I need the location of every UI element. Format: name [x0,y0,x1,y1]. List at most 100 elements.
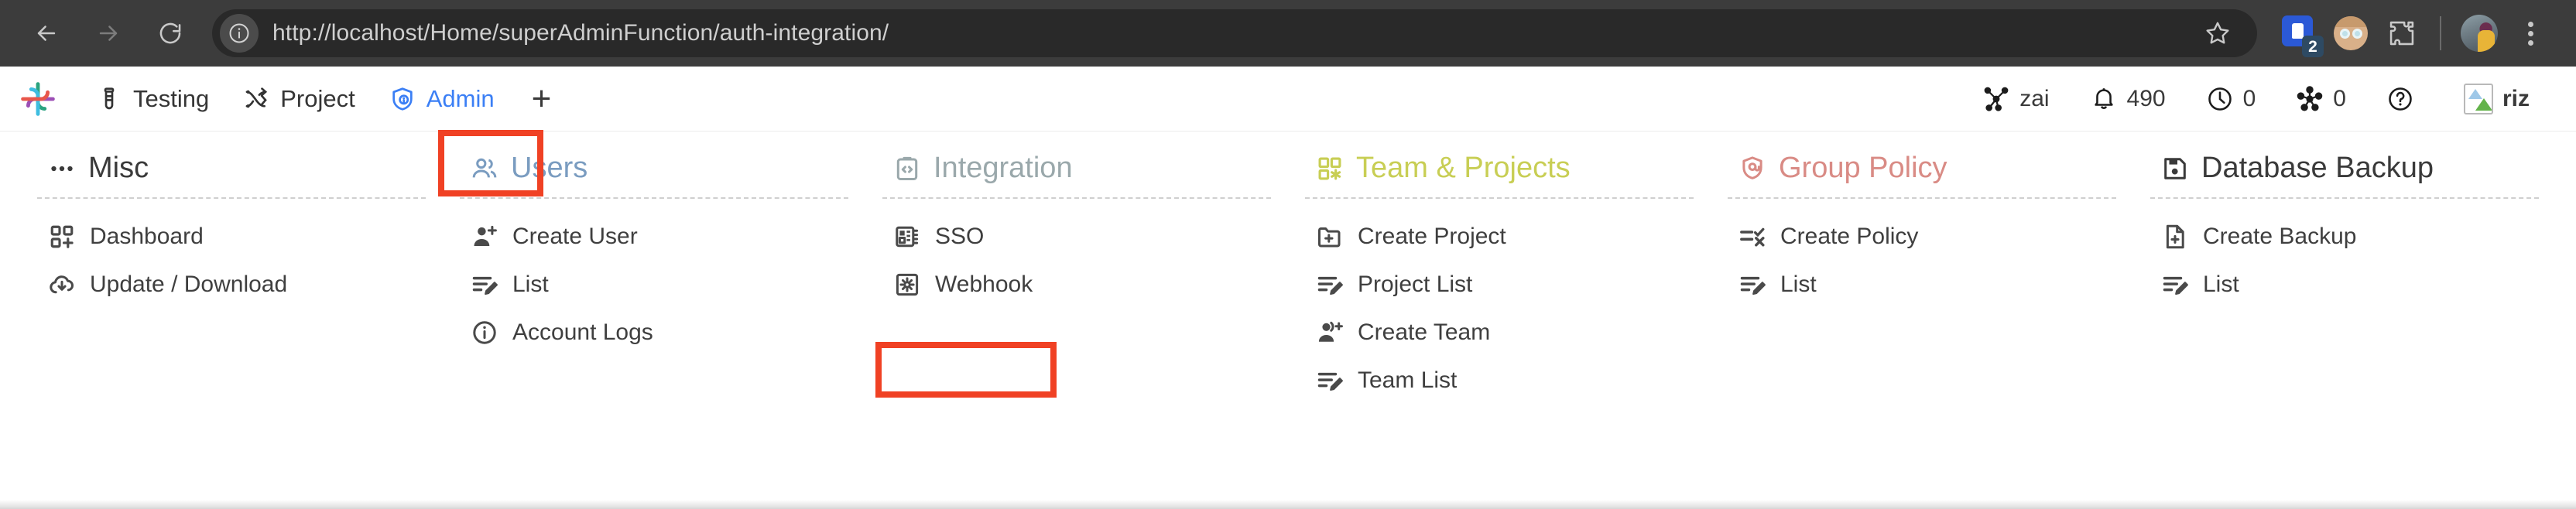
back-button[interactable] [19,5,74,61]
column-separator [460,197,848,199]
grid-dots-icon [1316,155,1344,183]
column-separator [1728,197,2116,199]
menu-column-misc-title: Misc [88,152,149,184]
help-circle-icon [2386,85,2414,113]
status-pending-time[interactable]: 0 [2186,85,2276,113]
browser-actions: 2 [2276,9,2554,57]
glasses-avatar-icon[interactable] [2327,9,2375,57]
status-notifications-value: 490 [2126,85,2166,111]
menu-item-create-user[interactable]: Create User [460,213,848,261]
menu-item-users-list-label: List [512,272,549,297]
menu-item-create-backup[interactable]: Create Backup [2150,213,2539,261]
menu-item-sso-label: SSO [935,224,985,249]
menu-item-create-project[interactable]: Create Project [1305,213,1694,261]
profile-avatar[interactable] [2455,9,2503,57]
kebab-menu-icon[interactable] [2506,9,2554,57]
floppy-disk-icon [2161,155,2189,183]
tab-project-label: Project [280,84,355,112]
list-edit-icon [1316,367,1344,395]
menu-item-database-backup-list[interactable]: List [2150,261,2539,309]
menu-column-team-projects-title: Team & Projects [1356,152,1571,184]
user-profile-riz[interactable]: riz [2444,83,2550,114]
menu-column-misc: Misc Dashboard Update / Download [20,152,443,405]
user-profile-label: riz [2502,85,2530,111]
star-icon[interactable] [2195,11,2240,56]
column-separator [37,197,426,199]
list-edit-icon [2161,271,2189,299]
tab-testing[interactable]: Testing [79,76,226,122]
app-bar-status-group: zai 490 0 0 riz [1962,83,2550,114]
tab-project[interactable]: Project [226,76,372,122]
highlight-box-sso [875,342,1057,398]
menu-item-project-list-label: Project List [1358,272,1473,297]
address-bar[interactable]: http://localhost/Home/superAdminFunction… [212,9,2257,57]
menu-item-create-policy-label: Create Policy [1780,224,1919,249]
list-check-x-icon [1738,223,1766,251]
shield-at-icon [1738,155,1766,183]
admin-mega-menu: Misc Dashboard Update / Download Users C… [0,132,2576,509]
status-shared-nodes-value: 0 [2333,85,2346,111]
menu-item-webhook-label: Webhook [935,272,1033,297]
status-network-value: zai [2019,85,2050,111]
forward-button[interactable] [80,5,136,61]
menu-item-create-policy[interactable]: Create Policy [1728,213,2116,261]
menu-column-integration-title: Integration [933,152,1073,184]
puzzle-piece-icon[interactable] [2378,9,2426,57]
gear-square-icon [893,271,921,299]
menu-column-database-backup-title: Database Backup [2201,152,2434,184]
info-circle-icon[interactable] [220,14,259,53]
grid-plus-icon [48,223,76,251]
status-shared-nodes[interactable]: 0 [2276,85,2366,113]
menu-item-create-team[interactable]: Create Team [1305,309,1694,357]
help-button[interactable] [2366,85,2444,113]
menu-column-integration-header: Integration [882,152,1271,197]
menu-column-group-policy: Group Policy Create Policy List [1711,152,2133,405]
menu-item-team-list-label: Team List [1358,367,1458,393]
menu-item-dashboard[interactable]: Dashboard [37,213,426,261]
menu-item-webhook[interactable]: Webhook [882,261,1271,309]
menu-column-misc-header: Misc [37,152,426,197]
reload-button[interactable] [142,5,198,61]
menu-item-team-list[interactable]: Team List [1305,357,1694,405]
column-separator [882,197,1271,199]
list-edit-icon [1316,271,1344,299]
menu-item-update-download[interactable]: Update / Download [37,261,426,309]
extension-badge-count: 2 [2302,36,2324,57]
user-group-plus-icon [1316,319,1344,347]
list-edit-icon [471,271,498,299]
menu-column-group-policy-header: Group Policy [1728,152,2116,197]
url-text[interactable]: http://localhost/Home/superAdminFunction… [272,20,889,46]
info-circle-icon [471,319,498,347]
menu-item-group-policy-list[interactable]: List [1728,261,2116,309]
navigation-buttons [19,5,198,61]
menu-columns: Misc Dashboard Update / Download Users C… [0,152,2576,405]
toolbar-divider [2440,16,2441,50]
menu-item-project-list[interactable]: Project List [1305,261,1694,309]
menu-column-users: Users Create User List Account Logs [443,152,865,405]
menu-item-sso[interactable]: SSO [882,213,1271,261]
menu-item-users-list[interactable]: List [460,261,848,309]
extension-badge-icon[interactable]: 2 [2276,9,2324,57]
bell-icon [2090,85,2118,113]
menu-item-update-download-label: Update / Download [90,272,288,297]
dropdown-shadow [0,500,2576,509]
menu-column-group-policy-title: Group Policy [1779,152,1947,184]
ellipsis-icon [48,155,76,183]
tab-testing-label: Testing [133,84,210,112]
file-plus-icon [2161,223,2189,251]
menu-column-users-header: Users [460,152,848,197]
chip-card-icon [893,223,921,251]
app-logo[interactable] [14,75,62,123]
status-network-zai[interactable]: zai [1962,85,2069,113]
user-plus-icon [471,223,498,251]
shuffle-icon [243,86,269,112]
column-separator [2150,197,2539,199]
test-tube-icon [96,86,122,112]
list-edit-icon [1738,271,1766,299]
app-navigation-bar: Testing Project Admin + zai 490 0 0 riz [0,67,2576,196]
tab-admin[interactable]: Admin [372,76,512,122]
add-tab-button[interactable]: + [512,81,572,116]
status-notifications[interactable]: 490 [2070,85,2186,113]
menu-item-account-logs[interactable]: Account Logs [460,309,848,357]
menu-item-create-team-label: Create Team [1358,319,1491,345]
